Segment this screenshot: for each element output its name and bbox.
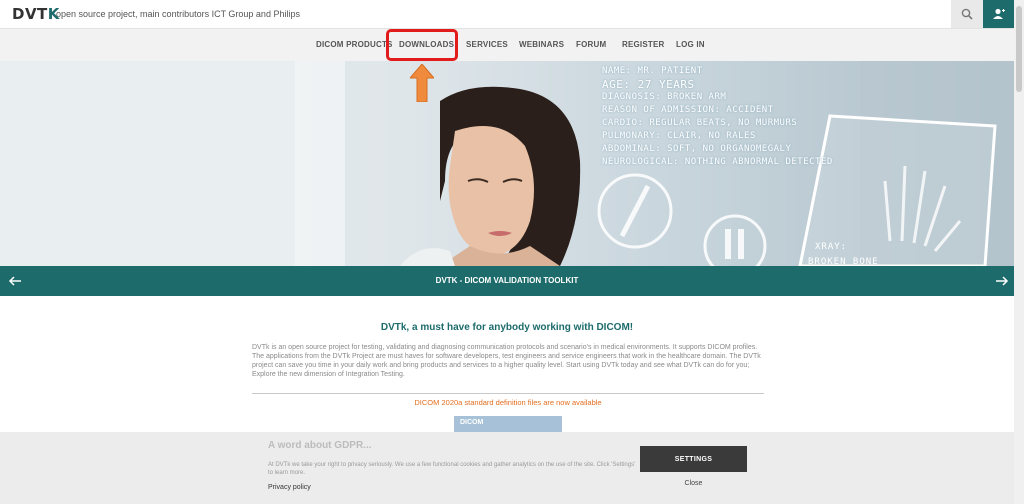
nav-services[interactable]: SERVICES (466, 40, 508, 49)
privacy-policy-link[interactable]: Privacy policy (268, 484, 311, 491)
tagline: open source project, main contributors I… (56, 9, 300, 19)
nav-webinars[interactable]: WEBINARS (519, 40, 564, 49)
settings-button[interactable]: SETTINGS (640, 446, 747, 472)
divider (252, 393, 764, 394)
hero-slider[interactable]: NAME: MR. PATIENT AGE: 27 YEARS DIAGNOSI… (0, 61, 1014, 266)
user-icon (992, 8, 1005, 19)
nav-forum[interactable]: FORUM (576, 40, 606, 49)
content-title: DVTk, a must have for anybody working wi… (380, 322, 634, 333)
gdpr-banner: A word about GDPR... At DVTk we take you… (0, 432, 1014, 504)
nav-login[interactable]: LOG IN (676, 40, 705, 49)
downloads-highlight-box (386, 29, 458, 61)
hero-illustration (0, 61, 1014, 266)
dicom-thumbnail[interactable]: DICOM (454, 416, 562, 432)
nav-register[interactable]: REGISTER (622, 40, 665, 49)
dicom-2020a-link[interactable]: DICOM 2020a standard definition files ar… (252, 398, 764, 407)
patient-info: NAME: MR. PATIENT AGE: 27 YEARS DIAGNOSI… (602, 66, 833, 167)
dicom-thumb-label: DICOM (460, 419, 484, 426)
xray-sublabel: BROKEN BONE (808, 257, 879, 266)
close-button[interactable]: Close (640, 480, 747, 487)
content-body: DVTk is an open source project for testi… (252, 344, 761, 378)
xray-label: XRAY: (815, 242, 848, 252)
user-login-button[interactable] (983, 0, 1014, 28)
top-bar: DVTK open source project, main contribut… (0, 0, 1014, 29)
dvtk-logo[interactable]: DVTK (12, 5, 60, 23)
slider-banner: DVTK - DICOM VALIDATION TOOLKIT (0, 266, 1014, 296)
main-nav: DICOM PRODUCTS DOWNLOADS SERVICES WEBINA… (0, 29, 1014, 61)
banner-title: DVTK - DICOM VALIDATION TOOLKIT (435, 276, 579, 285)
gdpr-title: A word about GDPR... (268, 440, 372, 451)
search-icon (961, 8, 973, 20)
nav-dicom-products[interactable]: DICOM PRODUCTS (316, 40, 393, 49)
search-button[interactable] (951, 0, 983, 28)
arrow-right-icon[interactable] (995, 274, 1009, 288)
orange-arrow-icon (410, 64, 434, 102)
scrollbar-thumb[interactable] (1016, 6, 1022, 92)
gdpr-text: At DVTk we take your right to privacy se… (268, 462, 636, 476)
